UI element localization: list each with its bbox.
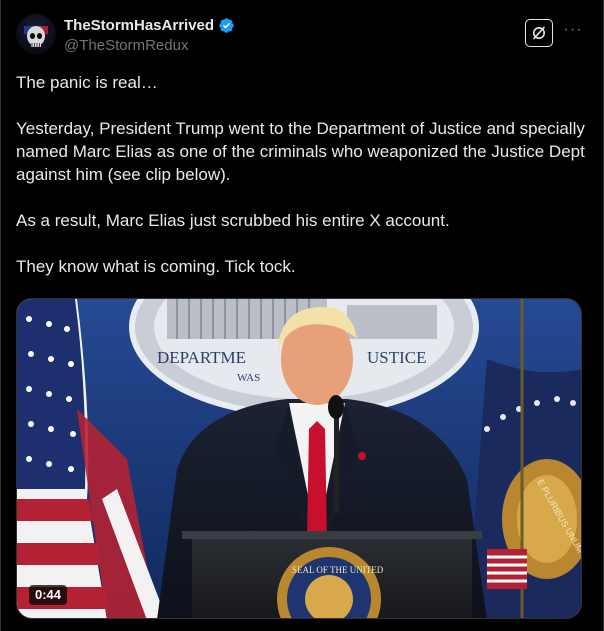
video-frame: DEPARTME USTICE WAS E PLURIBUS UNUM SEAL… [17, 299, 581, 618]
verified-badge-icon[interactable] [218, 17, 235, 34]
more-icon: ··· [563, 21, 583, 38]
post-text: The panic is real… Yesterday, President … [16, 71, 586, 301]
backdrop-text-2: USTICE [367, 348, 427, 367]
video-duration: 0:44 [29, 585, 68, 605]
grok-icon [532, 26, 546, 40]
post-paragraph: As a result, Marc Elias just scrubbed hi… [16, 211, 450, 230]
post-paragraph: The panic is real… [16, 73, 158, 92]
podium-seal-text: SEAL OF THE UNITED [292, 565, 384, 575]
more-button[interactable]: ··· [563, 20, 583, 40]
author-display-name[interactable]: TheStormHasArrived [64, 17, 214, 34]
author-avatar[interactable] [16, 14, 56, 54]
author-block: TheStormHasArrived @TheStormRedux [64, 15, 235, 54]
backdrop-text-1: DEPARTME [157, 348, 246, 367]
video-player[interactable]: DEPARTME USTICE WAS E PLURIBUS UNUM SEAL… [16, 298, 582, 619]
author-handle[interactable]: @TheStormRedux [64, 37, 235, 54]
skull-flag-avatar-icon [24, 26, 48, 47]
podium: SEAL OF THE UNITED [182, 531, 482, 618]
post[interactable]: TheStormHasArrived @TheStormRedux ··· Th… [0, 0, 604, 631]
backdrop-text-3: WAS [237, 372, 260, 384]
post-paragraph: They know what is coming. Tick tock. [16, 257, 296, 276]
grok-button[interactable] [525, 19, 553, 47]
post-paragraph: Yesterday, President Trump went to the D… [16, 119, 585, 184]
